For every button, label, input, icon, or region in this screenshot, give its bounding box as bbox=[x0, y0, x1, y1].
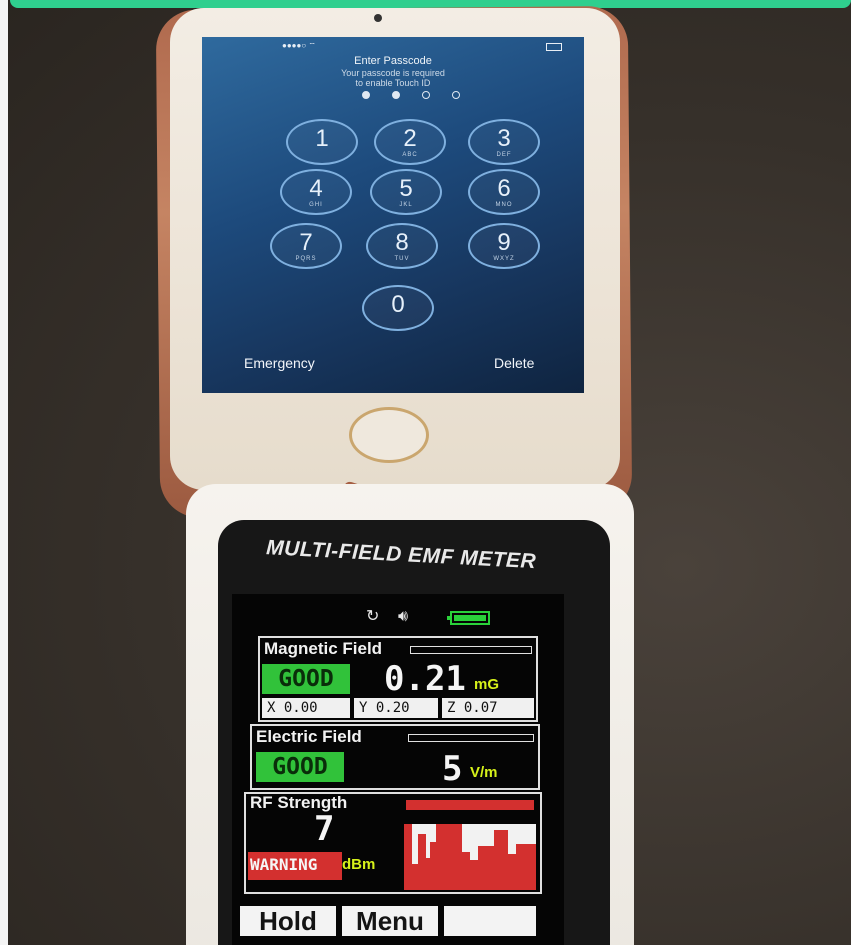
magnetic-status-badge: GOOD bbox=[262, 664, 350, 694]
key-letters: ABC bbox=[402, 152, 418, 158]
phone-screen: ●●●●○ ⌔ Enter Passcode Your passcode is … bbox=[202, 37, 584, 393]
delete-button[interactable]: Delete bbox=[494, 355, 534, 371]
magnetic-field-bar bbox=[410, 646, 532, 654]
passcode-dots bbox=[362, 91, 472, 101]
key-digit: 5 bbox=[399, 175, 413, 202]
status-bar: ●●●●○ ⌔ bbox=[202, 41, 584, 53]
key-letters: MNO bbox=[495, 202, 513, 208]
key-letters: WXYZ bbox=[493, 256, 515, 262]
emergency-button[interactable]: Emergency bbox=[244, 355, 315, 371]
passcode-subtitle-line-2: to enable Touch ID bbox=[355, 78, 431, 88]
passcode-dot bbox=[392, 91, 400, 99]
magnetic-z-readout: Z 0.07 bbox=[442, 698, 534, 718]
home-button[interactable] bbox=[349, 407, 429, 463]
key-digit: 4 bbox=[309, 175, 323, 202]
keypad-key-0[interactable]: 0 bbox=[362, 285, 434, 331]
passcode-subtitle-line-1: Your passcode is required bbox=[341, 68, 445, 78]
keypad-key-4[interactable]: 4 GHI bbox=[280, 169, 352, 215]
key-digit: 7 bbox=[299, 229, 313, 256]
keypad-key-1[interactable]: 1 bbox=[286, 119, 358, 165]
battery-tip bbox=[447, 616, 450, 620]
rf-strength-bar bbox=[406, 800, 534, 810]
keypad-key-9[interactable]: 9 WXYZ bbox=[468, 223, 540, 269]
electric-status-badge: GOOD bbox=[256, 752, 344, 782]
keypad-key-5[interactable]: 5 JKL bbox=[370, 169, 442, 215]
passcode-dot bbox=[422, 91, 430, 99]
rf-warning-badge: WARNING bbox=[248, 852, 342, 880]
key-digit: 9 bbox=[497, 229, 511, 256]
magnetic-field-title: Magnetic Field bbox=[264, 639, 383, 658]
refresh-icon: ↻ bbox=[366, 608, 380, 625]
key-digit: 2 bbox=[403, 125, 417, 152]
phone-speaker bbox=[374, 14, 382, 22]
key-digit: 3 bbox=[497, 125, 511, 152]
passcode-dot bbox=[452, 91, 460, 99]
photo-scene: ●●●●○ ⌔ Enter Passcode Your passcode is … bbox=[0, 0, 851, 945]
magnetic-unit: mG bbox=[474, 676, 500, 693]
electric-value: 5 bbox=[442, 749, 463, 789]
rf-value: 7 bbox=[314, 809, 335, 849]
keypad-key-3[interactable]: 3 DEF bbox=[468, 119, 540, 165]
signal-icon: ●●●●○ ⌔ bbox=[282, 41, 316, 50]
keypad-key-7[interactable]: 7 PQRS bbox=[270, 223, 342, 269]
key-digit: 6 bbox=[497, 175, 511, 202]
keypad-key-2[interactable]: 2 ABC bbox=[374, 119, 446, 165]
keypad-key-6[interactable]: 6 MNO bbox=[468, 169, 540, 215]
speaker-icon: 🔊︎ bbox=[398, 608, 409, 625]
rf-history-graph bbox=[404, 824, 536, 890]
blank-softkey[interactable] bbox=[444, 906, 536, 936]
battery-icon bbox=[447, 611, 490, 625]
passcode-subtitle: Your passcode is required to enable Touc… bbox=[202, 68, 584, 88]
electric-unit: V/m bbox=[470, 764, 498, 781]
battery-fill bbox=[454, 615, 486, 621]
passcode-dot bbox=[362, 91, 370, 99]
battery-icon bbox=[546, 43, 562, 51]
passcode-title: Enter Passcode bbox=[354, 55, 432, 67]
left-edge-strip bbox=[0, 0, 8, 945]
key-letters: DEF bbox=[496, 152, 512, 158]
magnetic-value: 0.21 bbox=[384, 659, 466, 699]
magnetic-x-readout: X 0.00 bbox=[262, 698, 350, 718]
rf-unit: dBm bbox=[342, 856, 376, 873]
keypad-key-8[interactable]: 8 TUV bbox=[366, 223, 438, 269]
hold-softkey[interactable]: Hold bbox=[240, 906, 336, 936]
key-letters: TUV bbox=[394, 256, 410, 262]
key-letters: JKL bbox=[399, 202, 413, 208]
key-digit: 8 bbox=[395, 229, 409, 256]
key-digit: 1 bbox=[315, 125, 329, 152]
menu-softkey[interactable]: Menu bbox=[342, 906, 438, 936]
electric-field-title: Electric Field bbox=[256, 727, 362, 746]
key-letters: PQRS bbox=[295, 256, 317, 262]
magnetic-y-readout: Y 0.20 bbox=[354, 698, 438, 718]
electric-field-bar bbox=[408, 734, 534, 742]
key-digit: 0 bbox=[391, 291, 405, 318]
key-letters: GHI bbox=[309, 202, 323, 208]
